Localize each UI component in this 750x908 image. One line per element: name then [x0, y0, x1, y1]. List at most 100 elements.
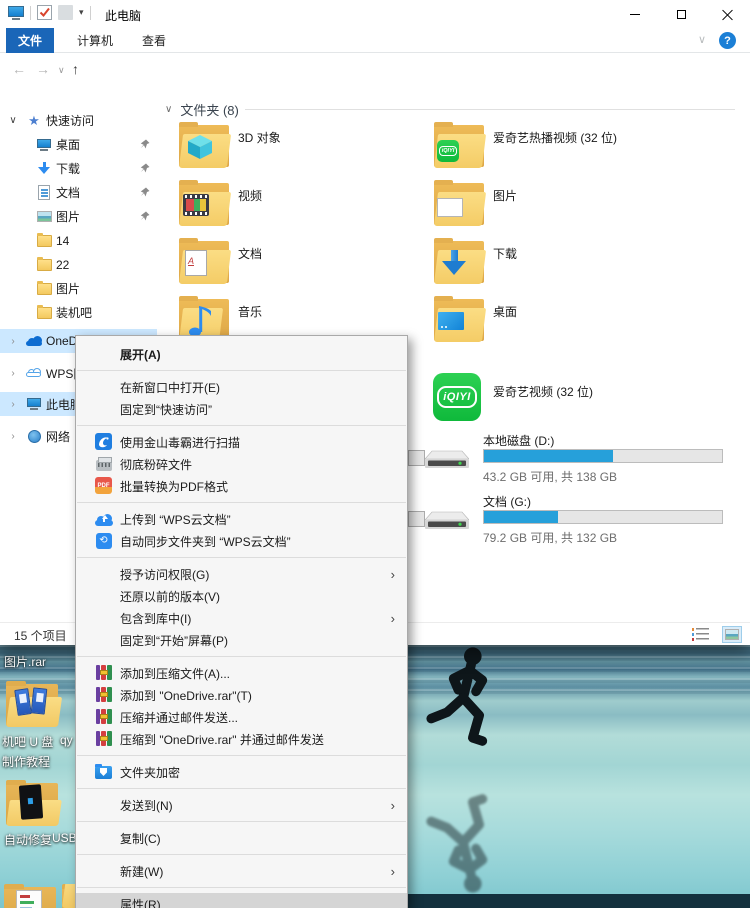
desktop-folder-sliver[interactable] — [62, 884, 75, 908]
up-button[interactable]: ↑ — [72, 61, 79, 77]
photo-icon — [437, 198, 463, 217]
new-folder-quick-icon[interactable] — [58, 5, 73, 20]
menu-item-shred-files[interactable]: 彻底粉碎文件 — [76, 453, 407, 475]
chevron-right-icon[interactable]: › — [7, 336, 19, 347]
menu-separator — [77, 854, 406, 855]
qat-dropdown-icon[interactable]: ▾ — [79, 7, 84, 18]
sidebar-item-documents[interactable]: 文档 — [0, 181, 157, 204]
sidebar-item-quick-access[interactable]: ∨ ★ 快速访问 — [0, 109, 157, 132]
drive-usage-fill — [484, 511, 558, 523]
tab-view[interactable]: 查看 — [130, 28, 178, 53]
menu-item-upload-wps-cloud[interactable]: 上传到 “WPS云文档” — [76, 508, 407, 530]
menu-item-compress-and-email[interactable]: 压缩并通过邮件发送... — [76, 706, 407, 728]
downloads-icon — [38, 162, 50, 176]
menu-separator — [77, 755, 406, 756]
menu-item-add-to-archive[interactable]: 添加到压缩文件(A)... — [76, 662, 407, 684]
desktop-folder-auto-repair[interactable] — [6, 780, 58, 826]
folder-tile-desktop[interactable]: 桌面 — [434, 296, 734, 354]
folder-tile-iqiyi-hot-videos[interactable]: iQIYI 爱奇艺热播视频 (32 位) — [434, 122, 734, 180]
desktop-label-usb-folder-1: 机吧 U 盘 — [2, 733, 53, 750]
folder-shield-icon — [95, 763, 112, 780]
winrar-icon — [95, 730, 112, 747]
menu-item-include-in-library[interactable]: 包含到库中(I)› — [76, 607, 407, 629]
menu-item-compress-to-onedrive-rar-email[interactable]: 压缩到 "OneDrive.rar" 并通过邮件发送 — [76, 728, 407, 750]
thumbnail-view-icon[interactable] — [722, 626, 742, 643]
menu-item-copy[interactable]: 复制(C) — [76, 827, 407, 849]
close-button[interactable] — [704, 0, 750, 28]
menu-separator — [77, 656, 406, 657]
wallpaper-dark-band — [405, 894, 750, 908]
folder-icon — [37, 283, 52, 295]
submenu-arrow-icon: › — [391, 864, 395, 879]
tab-computer[interactable]: 计算机 — [66, 28, 124, 53]
desktop-label-auto-repair: 自动修复 — [4, 831, 52, 848]
winrar-icon — [95, 708, 112, 725]
pin-icon — [140, 139, 150, 149]
menu-item-open-new-window[interactable]: 在新窗口中打开(E) — [76, 376, 407, 398]
drive-tile-g[interactable]: 文档 (G:) 79.2 GB 可用, 共 132 GB — [425, 493, 745, 547]
sidebar-item-pictures[interactable]: 图片 — [0, 205, 157, 228]
folder-tile-downloads[interactable]: 下载 — [434, 238, 734, 296]
items-count: 15 个项目 — [14, 627, 67, 644]
folder-tile-3d-objects[interactable]: 3D 对象 — [179, 122, 434, 180]
sidebar-label: 文档 — [56, 184, 80, 201]
sidebar-item-folder-zhuangjiba[interactable]: 装机吧 — [0, 301, 157, 324]
sidebar-item-desktop[interactable]: 桌面 — [0, 133, 157, 156]
menu-item-expand[interactable]: 展开(A) — [76, 343, 407, 365]
app-tile-iqiyi[interactable]: iQIYI 爱奇艺视频 (32 位) — [433, 373, 593, 421]
chevron-right-icon[interactable]: › — [7, 431, 19, 442]
help-icon[interactable]: ? — [719, 32, 736, 49]
drive-tile-d[interactable]: 本地磁盘 (D:) 43.2 GB 可用, 共 138 GB — [425, 432, 745, 486]
sidebar-item-downloads[interactable]: 下载 — [0, 157, 157, 180]
winrar-icon — [95, 664, 112, 681]
menu-item-pin-to-quick-access[interactable]: 固定到“快速访问” — [76, 398, 407, 420]
menu-item-restore-previous[interactable]: 还原以前的版本(V) — [76, 585, 407, 607]
shredder-icon — [95, 455, 112, 472]
folder-name: 文档 — [238, 245, 262, 262]
back-button[interactable]: ← — [12, 61, 26, 77]
properties-quick-icon[interactable] — [37, 5, 52, 20]
folder-tile-pictures[interactable]: 图片 — [434, 180, 734, 238]
chevron-right-icon[interactable]: › — [7, 399, 19, 410]
maximize-button[interactable] — [658, 0, 704, 28]
menu-separator — [77, 788, 406, 789]
details-view-icon[interactable] — [692, 626, 712, 643]
download-arrow-icon — [442, 250, 466, 276]
menu-item-auto-sync-wps-cloud[interactable]: ⟲ 自动同步文件夹到 “WPS云文档” — [76, 530, 407, 552]
menu-item-folder-encrypt[interactable]: 文件夹加密 — [76, 761, 407, 783]
menu-item-send-to[interactable]: 发送到(N)› — [76, 794, 407, 816]
sidebar-label: 装机吧 — [56, 304, 92, 321]
chevron-down-icon[interactable]: ∨ — [7, 115, 19, 126]
menu-item-add-to-onedrive-rar[interactable]: 添加到 "OneDrive.rar"(T) — [76, 684, 407, 706]
menu-separator — [77, 370, 406, 371]
desktop-folder-usb-tutorial[interactable] — [6, 681, 58, 727]
menu-item-properties[interactable]: 属性(R) — [76, 893, 407, 908]
runner-silhouette — [418, 645, 518, 905]
desktop-label-rar[interactable]: 图片.rar — [4, 653, 46, 670]
menu-item-new[interactable]: 新建(W)› — [76, 860, 407, 882]
sidebar-item-folder-pictures[interactable]: 图片 — [0, 277, 157, 300]
forward-button[interactable]: → — [36, 61, 50, 77]
menu-separator — [77, 887, 406, 888]
separator — [30, 6, 31, 20]
minimize-button[interactable] — [612, 0, 658, 28]
menu-item-kingsoft-scan[interactable]: 使用金山毒霸进行扫描 — [76, 431, 407, 453]
sidebar-item-folder-14[interactable]: 14 — [0, 229, 157, 252]
chevron-right-icon[interactable]: › — [7, 368, 19, 379]
sidebar-label: 桌面 — [56, 136, 80, 153]
sidebar-item-folder-22[interactable]: 22 — [0, 253, 157, 276]
menu-item-convert-pdf[interactable]: PDF 批量转换为PDF格式 — [76, 475, 407, 497]
menu-item-give-access[interactable]: 授予访问权限(G)› — [76, 563, 407, 585]
desktop-folder-partial[interactable] — [4, 884, 56, 908]
folders-group-header[interactable]: ∨ 文件夹 (8) — [165, 100, 239, 119]
menu-item-pin-to-start[interactable]: 固定到“开始”屏幕(P) — [76, 629, 407, 651]
recent-locations-icon[interactable]: ∨ — [58, 65, 65, 76]
tab-file[interactable]: 文件 — [6, 28, 54, 53]
folder-tile-documents[interactable]: A 文档 — [179, 238, 434, 296]
group-header-label: 文件夹 (8) — [180, 100, 239, 119]
quick-access-toolbar: ▾ — [8, 5, 91, 20]
ribbon-expand-icon[interactable]: ∨ — [698, 33, 706, 46]
folder-tile-videos[interactable]: 视频 — [179, 180, 434, 238]
sidebar-label: 22 — [56, 258, 69, 272]
desktop-screen-icon — [438, 312, 464, 330]
